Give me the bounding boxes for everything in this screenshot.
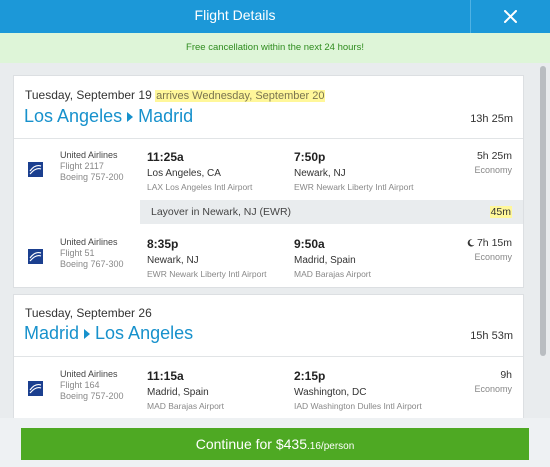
continue-button[interactable]: Continue for $435.16/person <box>21 428 529 460</box>
arrive-time: 9:50a <box>294 237 325 251</box>
scrollbar-thumb[interactable] <box>540 66 546 356</box>
layover-duration: 45m <box>489 206 512 218</box>
cabin-class: Economy <box>474 384 512 394</box>
arrive-airport: MAD Barajas Airport <box>294 269 371 279</box>
arrive-airport: IAD Washington Dulles Intl Airport <box>294 401 422 411</box>
route-origin: Los Angeles <box>24 106 123 126</box>
arrow-right-icon <box>127 111 134 122</box>
route-origin: Madrid <box>24 323 80 343</box>
airline-info: United Airlines Flight 51 Boeing 767-300 <box>60 237 124 269</box>
depart-place: Los Angeles, CA <box>147 168 221 179</box>
depart-time: 8:35p <box>147 237 179 251</box>
return-total-duration: 15h 53m <box>470 330 513 342</box>
layover-bar: Layover in Newark, NJ (EWR) 45m <box>140 200 523 224</box>
depart-airport: EWR Newark Liberty Intl Airport <box>147 269 267 279</box>
arrival-day-note: arrives Wednesday, September 20 <box>155 90 326 102</box>
header-bar: Flight Details <box>0 0 550 33</box>
united-airlines-logo-icon <box>28 162 43 177</box>
return-date: Tuesday, September 26 <box>25 306 152 320</box>
close-button[interactable] <box>471 0 550 33</box>
united-airlines-logo-icon <box>28 381 43 396</box>
flight-segment: United Airlines Flight 51 Boeing 767-300… <box>14 237 523 297</box>
route-destination: Madrid <box>138 106 194 126</box>
continue-label: Continue for $435 <box>195 436 308 452</box>
route-destination: Los Angeles <box>95 323 194 343</box>
arrive-place: Madrid, Spain <box>294 255 356 266</box>
united-airlines-logo-icon <box>28 249 43 264</box>
cabin-class: Economy <box>474 252 512 262</box>
depart-airport: MAD Barajas Airport <box>147 401 224 411</box>
arrive-time: 7:50p <box>294 150 326 164</box>
airline-info: United Airlines Flight 2117 Boeing 757-2… <box>60 150 124 182</box>
continue-cents: .16/person <box>307 441 355 452</box>
depart-time: 11:15a <box>147 369 184 383</box>
cancellation-notice: Free cancellation within the next 24 hou… <box>0 33 550 63</box>
layover-text: Layover in Newark, NJ (EWR) <box>151 206 292 218</box>
segment-duration: 9h <box>500 369 512 381</box>
depart-place: Madrid, Spain <box>147 387 209 398</box>
cabin-class: Economy <box>474 165 512 175</box>
arrive-place: Newark, NJ <box>294 168 346 179</box>
close-icon <box>504 10 517 23</box>
depart-place: Newark, NJ <box>147 255 199 266</box>
outbound-date: Tuesday, September 19 arrives Wednesday,… <box>25 88 326 102</box>
outbound-route: Los Angeles Madrid <box>24 106 193 127</box>
segment-duration: 5h 25m <box>476 150 512 162</box>
depart-airport: LAX Los Angeles Intl Airport <box>147 182 253 192</box>
divider <box>14 356 523 357</box>
page-title: Flight Details <box>194 7 276 23</box>
arrive-time: 2:15p <box>294 369 326 383</box>
outbound-card: Tuesday, September 19 arrives Wednesday,… <box>13 75 524 288</box>
airline-info: United Airlines Flight 164 Boeing 757-20… <box>60 369 124 401</box>
arrow-right-icon <box>84 328 91 339</box>
details-scroll-area[interactable]: Tuesday, September 19 arrives Wednesday,… <box>0 63 550 467</box>
moon-icon <box>467 239 475 247</box>
arrive-place: Washington, DC <box>294 387 367 398</box>
arrive-airport: EWR Newark Liberty Intl Airport <box>294 182 414 192</box>
segment-duration: 7h 15m <box>467 237 512 249</box>
depart-time: 11:25a <box>147 150 184 164</box>
return-route: Madrid Los Angeles <box>24 323 193 344</box>
outbound-total-duration: 13h 25m <box>470 113 513 125</box>
divider <box>14 138 523 139</box>
